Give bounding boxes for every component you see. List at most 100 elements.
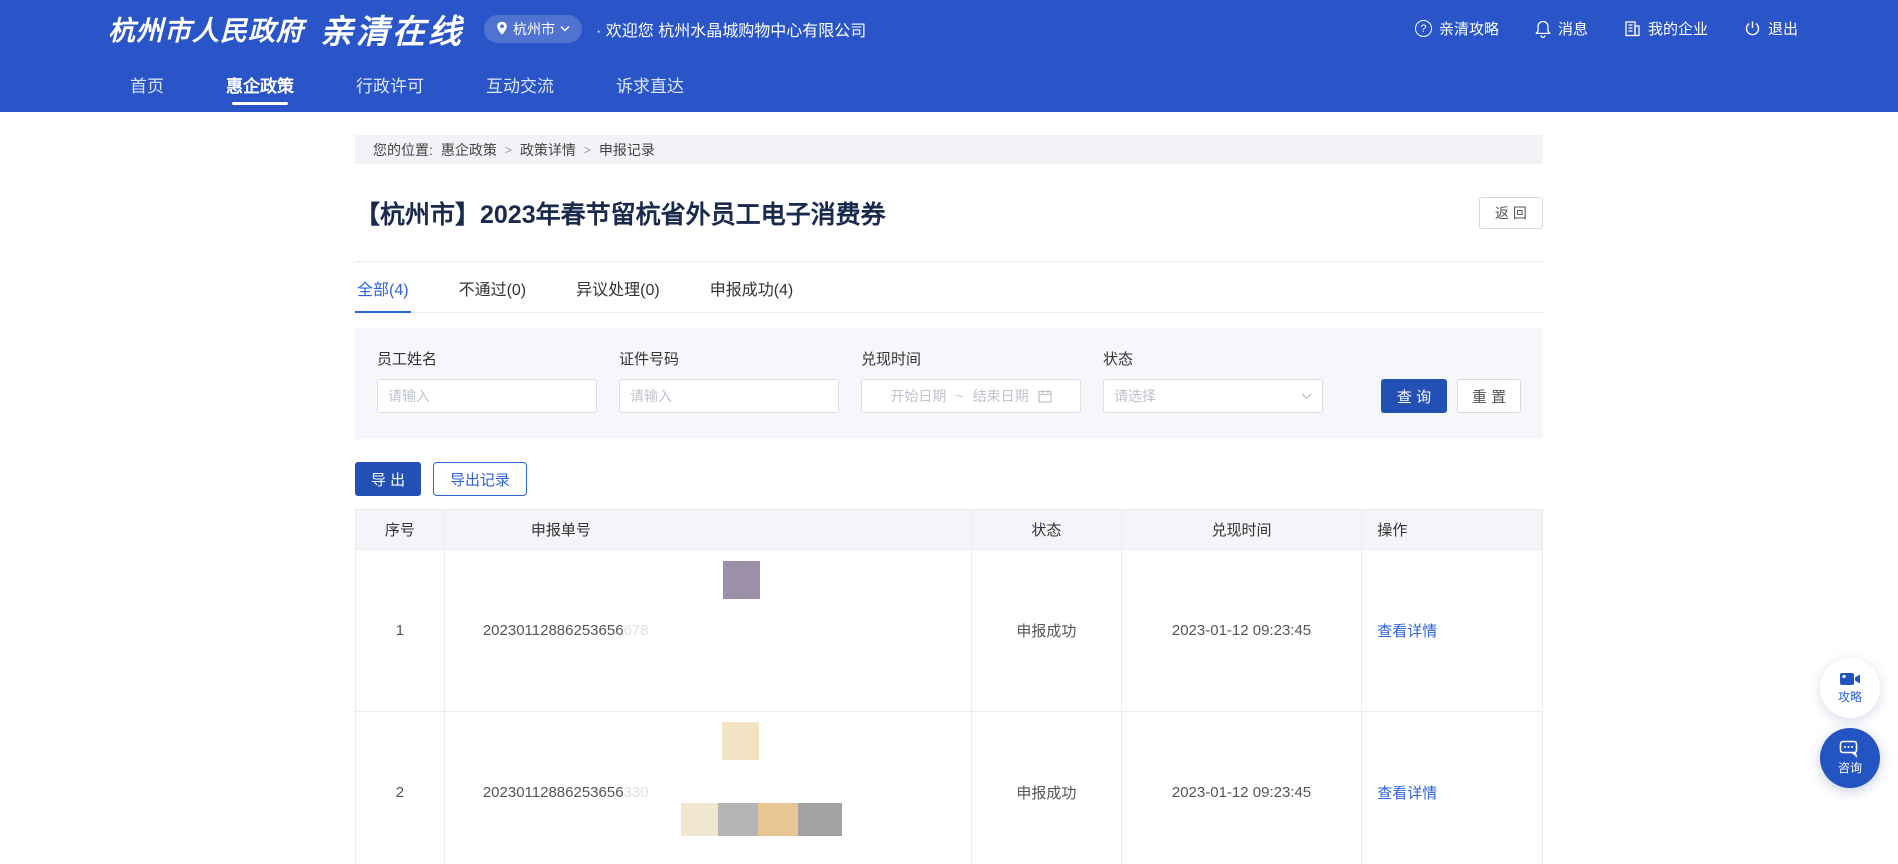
row-order-no-cell: 20230112886253656678 (445, 550, 972, 711)
row-index: 2 (356, 712, 445, 864)
location-selector[interactable]: 杭州市 (484, 15, 582, 43)
date-range-picker[interactable]: 开始日期 ~ 结束日期 (861, 379, 1081, 413)
breadcrumb-prefix: 您的位置: (373, 140, 433, 160)
application-table: 序号 申报单号 状态 兑现时间 操作 1 2023011288625365667… (355, 509, 1543, 864)
tab-objection[interactable]: 异议处理(0) (574, 262, 662, 312)
chat-bubble-icon (1839, 740, 1861, 758)
logout-link-label: 退出 (1768, 18, 1798, 39)
row-order-no-redacted-tail: 678 (624, 622, 649, 639)
status-tabs: 全部(4) 不通过(0) 异议处理(0) 申报成功(4) (355, 261, 1543, 313)
row-order-no-cell: 20230112886253656330 (445, 712, 972, 864)
date-range-separator: ~ (955, 388, 963, 404)
employee-name-input[interactable] (377, 379, 597, 413)
status-label: 状态 (1103, 348, 1323, 369)
question-circle-icon: ? (1415, 20, 1432, 37)
consult-float-label: 咨询 (1838, 759, 1862, 776)
view-detail-link[interactable]: 查看详情 (1377, 782, 1437, 803)
employee-name-label: 员工姓名 (377, 348, 597, 369)
column-header-status: 状态 (972, 510, 1122, 549)
row-redeem-time: 2023-01-12 09:23:45 (1122, 550, 1363, 711)
redeem-time-field: 兑现时间 开始日期 ~ 结束日期 (861, 348, 1081, 413)
topbar-left: 杭州市人民政府 亲清在线 杭州市 · 欢迎您 杭州水晶城购物中心有限公司 (108, 5, 866, 53)
chevron-down-icon (560, 25, 570, 32)
status-select[interactable]: 请选择 (1103, 379, 1323, 413)
tab-success[interactable]: 申报成功(4) (708, 262, 796, 312)
consult-float-button[interactable]: 咨询 (1820, 728, 1880, 788)
tab-all[interactable]: 全部(4) (355, 262, 411, 312)
calendar-icon (1038, 389, 1052, 403)
main-content: 您的位置: 惠企政策 > 政策详情 > 申报记录 【杭州市】2023年春节留杭省… (355, 135, 1543, 864)
nav-item-home[interactable]: 首页 (130, 57, 164, 112)
chevron-down-icon (1301, 393, 1312, 400)
row-action-cell: 查看详情 (1362, 550, 1542, 711)
redaction-block (723, 561, 760, 599)
filter-actions: 查 询 重 置 (1381, 379, 1521, 413)
breadcrumb-item-application-records[interactable]: 申报记录 (599, 140, 655, 160)
redaction-block (722, 722, 759, 760)
breadcrumb-separator: > (505, 143, 512, 157)
row-index: 1 (356, 550, 445, 711)
guide-link-label: 亲清攻略 (1439, 18, 1499, 39)
row-order-no-redacted-tail: 330 (624, 784, 649, 801)
row-order-no: 20230112886253656 (483, 622, 624, 639)
site-header: 杭州市人民政府 亲清在线 杭州市 · 欢迎您 杭州水晶城购物中心有限公司 ? 亲… (0, 0, 1898, 112)
topbar: 杭州市人民政府 亲清在线 杭州市 · 欢迎您 杭州水晶城购物中心有限公司 ? 亲… (0, 0, 1898, 57)
bell-icon (1535, 20, 1551, 38)
breadcrumb-separator: > (584, 143, 591, 157)
breadcrumb-item-policy[interactable]: 惠企政策 (441, 140, 497, 160)
status-field: 状态 请选择 (1103, 348, 1323, 413)
video-camera-icon (1839, 671, 1861, 687)
messages-link[interactable]: 消息 (1535, 18, 1588, 39)
row-status: 申报成功 (972, 550, 1122, 711)
nav-item-administrative-license[interactable]: 行政许可 (356, 57, 424, 112)
nav-item-enterprise-policy[interactable]: 惠企政策 (226, 57, 294, 112)
my-enterprise-link[interactable]: 我的企业 (1624, 18, 1708, 39)
column-header-order-no: 申报单号 (445, 510, 972, 549)
row-order-no: 20230112886253656 (483, 784, 624, 801)
my-enterprise-link-label: 我的企业 (1648, 18, 1708, 39)
logout-link[interactable]: 退出 (1744, 18, 1798, 39)
column-header-redeem-time: 兑现时间 (1122, 510, 1363, 549)
building-icon (1624, 20, 1641, 37)
redaction-block (798, 803, 842, 836)
export-records-button[interactable]: 导出记录 (433, 462, 527, 496)
row-action-cell: 查看详情 (1362, 712, 1542, 864)
end-date-placeholder: 结束日期 (973, 386, 1029, 406)
row-status: 申报成功 (972, 712, 1122, 864)
start-date-placeholder: 开始日期 (890, 386, 946, 406)
id-number-input[interactable] (619, 379, 839, 413)
breadcrumb-item-policy-detail[interactable]: 政策详情 (520, 140, 576, 160)
employee-name-field: 员工姓名 (377, 348, 597, 413)
export-toolbar: 导 出 导出记录 (355, 462, 1543, 496)
guide-float-button[interactable]: 攻略 (1820, 658, 1880, 718)
view-detail-link[interactable]: 查看详情 (1377, 620, 1437, 641)
brand-logo: 亲清在线 (320, 5, 464, 53)
redaction-block (718, 803, 758, 836)
id-number-label: 证件号码 (619, 348, 839, 369)
back-button[interactable]: 返 回 (1479, 197, 1543, 229)
power-icon (1744, 20, 1761, 37)
column-header-action: 操作 (1362, 510, 1542, 549)
table-row: 2 20230112886253656330 申报成功 2023-01-12 0… (356, 712, 1542, 864)
search-button[interactable]: 查 询 (1381, 379, 1447, 413)
row-redeem-time: 2023-01-12 09:23:45 (1122, 712, 1363, 864)
redaction-block (681, 803, 718, 836)
table-row: 1 20230112886253656678 申报成功 2023-01-12 0… (356, 550, 1542, 712)
nav-item-interaction[interactable]: 互动交流 (486, 57, 554, 112)
nav-item-appeal[interactable]: 诉求直达 (616, 57, 684, 112)
main-nav: 首页 惠企政策 行政许可 互动交流 诉求直达 (0, 57, 1898, 112)
guide-link[interactable]: ? 亲清攻略 (1415, 18, 1499, 39)
location-label: 杭州市 (513, 19, 555, 39)
column-header-index: 序号 (356, 510, 445, 549)
reset-button[interactable]: 重 置 (1457, 379, 1521, 413)
page-viewport: 杭州市人民政府 亲清在线 杭州市 · 欢迎您 杭州水晶城购物中心有限公司 ? 亲… (0, 0, 1898, 864)
page-title: 【杭州市】2023年春节留杭省外员工电子消费券 (355, 195, 886, 231)
tab-rejected[interactable]: 不通过(0) (457, 262, 529, 312)
status-select-placeholder: 请选择 (1114, 386, 1156, 406)
gov-logo: 杭州市人民政府 (108, 9, 304, 48)
table-header-row: 序号 申报单号 状态 兑现时间 操作 (356, 510, 1542, 550)
guide-float-label: 攻略 (1838, 688, 1862, 705)
breadcrumb: 您的位置: 惠企政策 > 政策详情 > 申报记录 (355, 135, 1543, 164)
redeem-time-label: 兑现时间 (861, 348, 1081, 369)
export-button[interactable]: 导 出 (355, 462, 421, 496)
